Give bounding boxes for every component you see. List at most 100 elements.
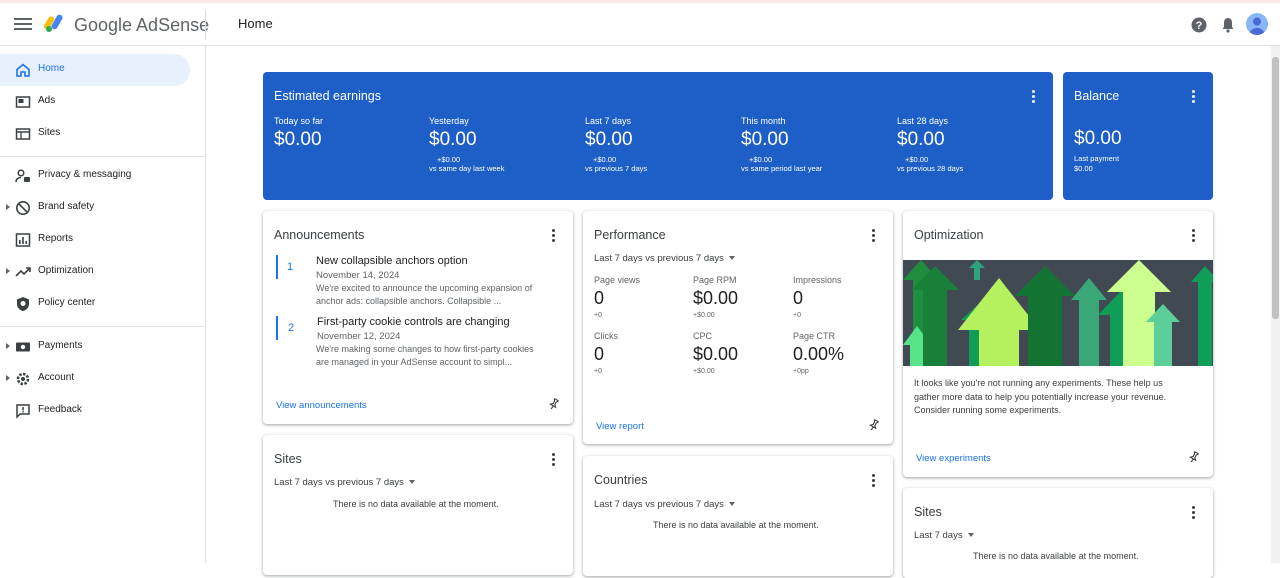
metric-page-views: Page views 0 +0 [594,275,684,319]
estimated-earnings-card: Estimated earnings Today so far $0.00 Ye… [263,72,1053,200]
date-range-dropdown[interactable]: Last 7 days vs previous 7 days [274,477,415,488]
view-report-link[interactable]: View report [596,421,644,432]
earnings-delta: +$0.00 [593,155,617,164]
pin-icon[interactable] [1188,451,1200,463]
sidebar-item-feedback[interactable]: Feedback [0,395,190,427]
sidebar-divider [0,156,206,157]
metric-value: $0.00 [693,344,739,364]
earnings-value: $0.00 [585,129,633,150]
earnings-comparison: vs same day last week [429,164,505,173]
earnings-label: Yesterday [429,116,469,126]
sidebar-item-privacy-messaging[interactable]: Privacy & messaging [0,160,190,192]
sidebar-item-brand-safety[interactable]: Brand safety [0,192,190,224]
arrows-illustration-icon [903,260,1213,366]
announcement-title[interactable]: First-party cookie controls are changing [317,316,510,328]
sidebar-item-optimization[interactable]: Optimization [0,256,190,288]
metric-value: 0 [594,344,605,364]
sidebar-item-label: Reports [38,233,74,244]
card-title: Optimization [914,228,984,242]
divider [205,10,206,40]
sidebar-item-label: Privacy & messaging [38,169,132,180]
earnings-delta: +$0.00 [905,155,929,164]
expand-caret-icon[interactable] [6,204,10,210]
sidebar-item-label: Account [38,372,75,383]
optimization-card: Optimization It looks like you're not ru… [903,211,1213,477]
card-title: Announcements [274,228,365,242]
metric-clicks: Clicks 0 +0 [594,331,684,375]
metric-impressions: Impressions 0 +0 [793,275,883,319]
brand-name[interactable]: Google AdSense [74,15,209,36]
performance-card: Performance Last 7 days vs previous 7 da… [583,211,893,444]
more-options-icon[interactable] [872,229,876,243]
pin-icon[interactable] [548,398,560,410]
announcement-title[interactable]: New collapsible anchors option [316,255,468,267]
ads-icon [15,96,31,108]
metric-label: Page RPM [693,275,737,285]
card-title: Countries [594,473,648,487]
earnings-this-month: This month $0.00 +$0.00 vs same period l… [741,116,891,173]
expand-caret-icon[interactable] [6,375,10,381]
more-options-icon[interactable] [872,474,876,488]
description-line: It looks like you're not running any exp… [914,378,1163,388]
metric-label: Impressions [793,275,842,285]
pin-icon[interactable] [868,419,880,431]
earnings-today: Today so far $0.00 [274,116,424,151]
date-range-dropdown[interactable]: Last 7 days [914,530,974,541]
more-options-icon[interactable] [1192,229,1196,243]
sidebar-item-reports[interactable]: Reports [0,224,190,256]
announcement-number: 1 [287,261,294,273]
expand-caret-icon[interactable] [6,268,10,274]
earnings-delta: +$0.00 [749,155,773,164]
announcement-snippet-line: We're excited to announce the upcoming e… [316,283,533,293]
menu-icon[interactable] [14,15,32,33]
announcement-item[interactable]: 2 First-party cookie controls are changi… [276,316,556,370]
svg-text:?: ? [1196,20,1203,32]
announcement-snippet-line: are managed in your AdSense account to s… [316,357,513,367]
more-options-icon[interactable] [1192,90,1196,104]
card-title: Sites [914,505,942,519]
balance-value: $0.00 [1074,128,1122,149]
balance-card: Balance $0.00 Last payment $0.00 [1063,72,1213,200]
more-options-icon[interactable] [1192,506,1196,520]
more-options-icon[interactable] [552,453,556,467]
announcement-item[interactable]: 1 New collapsible anchors option Novembe… [276,255,556,309]
account-icon [16,372,30,386]
expand-caret-icon[interactable] [6,343,10,349]
date-range-dropdown[interactable]: Last 7 days vs previous 7 days [594,499,735,510]
view-announcements-link[interactable]: View announcements [276,400,367,411]
home-icon [16,63,30,77]
sidebar-item-payments[interactable]: Payments [0,331,190,363]
metric-label: Clicks [594,331,618,341]
metric-delta: +0 [594,312,602,319]
notifications-icon[interactable] [1219,16,1237,34]
sidebar-item-account[interactable]: Account [0,363,190,395]
metric-label: Page views [594,275,641,285]
optimization-icon [15,267,31,277]
metric-page-ctr: Page CTR 0.00% +0pp [793,331,883,375]
sidebar-item-label: Home [38,63,65,74]
date-range-dropdown[interactable]: Last 7 days vs previous 7 days [594,253,735,264]
more-options-icon[interactable] [1032,90,1036,104]
earnings-yesterday: Yesterday $0.00 +$0.00 vs same day last … [429,116,579,173]
no-data-message: There is no data available at the moment… [973,551,1139,561]
avatar[interactable] [1246,13,1268,35]
sidebar: Home Ads Sites Privacy & messaging Brand… [0,46,206,563]
sidebar-item-home[interactable]: Home [0,54,190,86]
help-icon[interactable]: ? [1190,16,1208,34]
metric-value: 0 [594,288,605,308]
scrollbar-thumb[interactable] [1272,57,1279,319]
sidebar-item-policy-center[interactable]: Policy center [0,288,190,320]
announcement-marker [276,316,278,340]
card-title: Sites [274,452,302,466]
description-line: gather more data to help you potentially… [914,391,1167,402]
more-options-icon[interactable] [552,229,556,243]
sidebar-item-sites[interactable]: Sites [0,118,190,150]
view-experiments-link[interactable]: View experiments [916,453,991,464]
earnings-last-7-days: Last 7 days $0.00 +$0.00 vs previous 7 d… [585,116,735,173]
earnings-label: Last 7 days [585,116,632,126]
sites-icon [15,128,31,140]
announcement-snippet-line: We're making some changes to how first-p… [316,344,534,354]
earnings-label: Today so far [274,116,324,126]
metric-delta: +0 [793,312,801,319]
sidebar-item-ads[interactable]: Ads [0,86,190,118]
